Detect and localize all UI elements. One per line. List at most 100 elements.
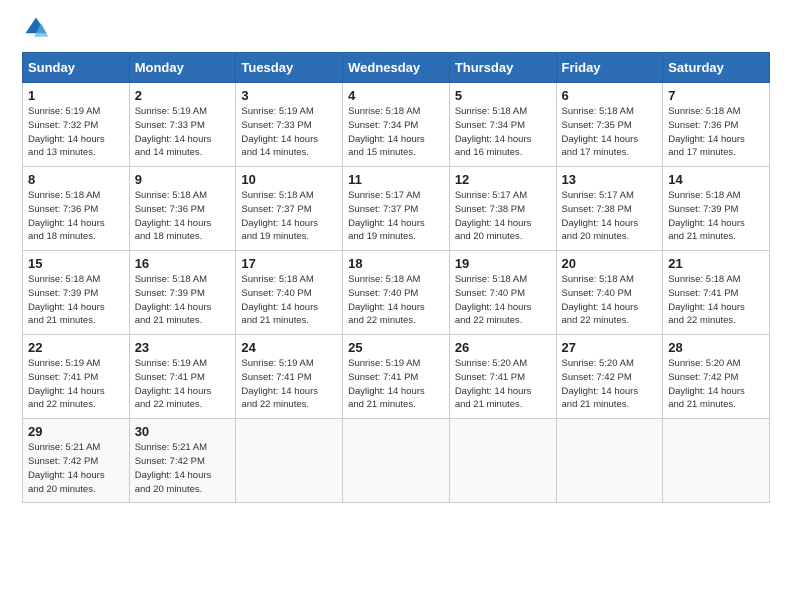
weekday-header-thursday: Thursday (449, 53, 556, 83)
day-info: Sunrise: 5:18 AMSunset: 7:36 PMDaylight:… (28, 189, 124, 244)
calendar-cell: 5 Sunrise: 5:18 AMSunset: 7:34 PMDaylight… (449, 83, 556, 167)
calendar-cell: 29 Sunrise: 5:21 AMSunset: 7:42 PMDayligh… (23, 419, 130, 503)
day-info: Sunrise: 5:18 AMSunset: 7:40 PMDaylight:… (348, 273, 444, 328)
day-number: 18 (348, 256, 444, 271)
calendar-cell: 27Sunrise: 5:20 AMSunset: 7:42 PMDayligh… (556, 335, 663, 419)
day-number: 13 (562, 172, 658, 187)
day-number: 2 (135, 88, 231, 103)
day-info: Sunrise: 5:18 AMSunset: 7:41 PMDaylight:… (668, 273, 764, 328)
day-info: Sunrise: 5:17 AMSunset: 7:38 PMDaylight:… (562, 189, 658, 244)
calendar-cell: 15 Sunrise: 5:18 AMSunset: 7:39 PMDayligh… (23, 251, 130, 335)
day-number: 10 (241, 172, 337, 187)
day-info: Sunrise: 5:19 AMSunset: 7:33 PMDaylight:… (241, 105, 337, 160)
day-number: 17 (241, 256, 337, 271)
day-info: Sunrise: 5:18 AMSunset: 7:36 PMDaylight:… (135, 189, 231, 244)
calendar-cell: 18 Sunrise: 5:18 AMSunset: 7:40 PMDayligh… (343, 251, 450, 335)
day-info: Sunrise: 5:18 AMSunset: 7:39 PMDaylight:… (135, 273, 231, 328)
day-number: 28 (668, 340, 764, 355)
calendar-cell (449, 419, 556, 503)
calendar-cell: 16 Sunrise: 5:18 AMSunset: 7:39 PMDayligh… (129, 251, 236, 335)
day-info: Sunrise: 5:19 AMSunset: 7:33 PMDaylight:… (135, 105, 231, 160)
calendar-cell: 24Sunrise: 5:19 AMSunset: 7:41 PMDayligh… (236, 335, 343, 419)
day-number: 16 (135, 256, 231, 271)
day-info: Sunrise: 5:18 AMSunset: 7:37 PMDaylight:… (241, 189, 337, 244)
day-info: Sunrise: 5:19 AMSunset: 7:41 PMDaylight:… (135, 357, 231, 412)
day-info: Sunrise: 5:18 AMSunset: 7:40 PMDaylight:… (241, 273, 337, 328)
day-info: Sunrise: 5:21 AMSunset: 7:42 PMDaylight:… (135, 441, 231, 496)
day-number: 21 (668, 256, 764, 271)
day-number: 15 (28, 256, 124, 271)
day-number: 23 (135, 340, 231, 355)
day-number: 26 (455, 340, 551, 355)
day-info: Sunrise: 5:18 AMSunset: 7:36 PMDaylight:… (668, 105, 764, 160)
calendar-cell: 22 Sunrise: 5:19 AMSunset: 7:41 PMDayligh… (23, 335, 130, 419)
calendar-cell: 20 Sunrise: 5:18 AMSunset: 7:40 PMDayligh… (556, 251, 663, 335)
weekday-header-wednesday: Wednesday (343, 53, 450, 83)
calendar-cell: 14Sunrise: 5:18 AMSunset: 7:39 PMDayligh… (663, 167, 770, 251)
top-area (22, 18, 770, 42)
day-number: 12 (455, 172, 551, 187)
day-info: Sunrise: 5:17 AMSunset: 7:37 PMDaylight:… (348, 189, 444, 244)
calendar-cell: 21 Sunrise: 5:18 AMSunset: 7:41 PMDayligh… (663, 251, 770, 335)
day-info: Sunrise: 5:18 AMSunset: 7:40 PMDaylight:… (562, 273, 658, 328)
calendar-cell: 13 Sunrise: 5:17 AMSunset: 7:38 PMDayligh… (556, 167, 663, 251)
day-info: Sunrise: 5:18 AMSunset: 7:34 PMDaylight:… (455, 105, 551, 160)
day-info: Sunrise: 5:18 AMSunset: 7:39 PMDaylight:… (668, 189, 764, 244)
day-number: 20 (562, 256, 658, 271)
day-number: 6 (562, 88, 658, 103)
day-number: 11 (348, 172, 444, 187)
day-number: 30 (135, 424, 231, 439)
day-number: 5 (455, 88, 551, 103)
day-number: 19 (455, 256, 551, 271)
day-number: 1 (28, 88, 124, 103)
day-info: Sunrise: 5:20 AMSunset: 7:42 PMDaylight:… (562, 357, 658, 412)
day-info: Sunrise: 5:20 AMSunset: 7:41 PMDaylight:… (455, 357, 551, 412)
calendar-cell: 11 Sunrise: 5:17 AMSunset: 7:37 PMDayligh… (343, 167, 450, 251)
weekday-header-sunday: Sunday (23, 53, 130, 83)
weekday-header-monday: Monday (129, 53, 236, 83)
calendar-cell: 9 Sunrise: 5:18 AMSunset: 7:36 PMDaylight… (129, 167, 236, 251)
day-info: Sunrise: 5:18 AMSunset: 7:39 PMDaylight:… (28, 273, 124, 328)
calendar-cell: 8 Sunrise: 5:18 AMSunset: 7:36 PMDaylight… (23, 167, 130, 251)
logo (22, 18, 50, 42)
day-info: Sunrise: 5:21 AMSunset: 7:42 PMDaylight:… (28, 441, 124, 496)
calendar-week-row: 8 Sunrise: 5:18 AMSunset: 7:36 PMDaylight… (23, 167, 770, 251)
calendar-cell (556, 419, 663, 503)
calendar-cell: 12 Sunrise: 5:17 AMSunset: 7:38 PMDayligh… (449, 167, 556, 251)
day-info: Sunrise: 5:19 AMSunset: 7:41 PMDaylight:… (348, 357, 444, 412)
day-number: 8 (28, 172, 124, 187)
calendar-cell (236, 419, 343, 503)
weekday-header-tuesday: Tuesday (236, 53, 343, 83)
calendar-cell: 10 Sunrise: 5:18 AMSunset: 7:37 PMDayligh… (236, 167, 343, 251)
calendar-cell: 30 Sunrise: 5:21 AMSunset: 7:42 PMDayligh… (129, 419, 236, 503)
day-info: Sunrise: 5:19 AMSunset: 7:32 PMDaylight:… (28, 105, 124, 160)
day-number: 4 (348, 88, 444, 103)
day-info: Sunrise: 5:17 AMSunset: 7:38 PMDaylight:… (455, 189, 551, 244)
calendar-cell: 17 Sunrise: 5:18 AMSunset: 7:40 PMDayligh… (236, 251, 343, 335)
calendar-table: SundayMondayTuesdayWednesdayThursdayFrid… (22, 52, 770, 503)
day-number: 3 (241, 88, 337, 103)
calendar-cell: 7 Sunrise: 5:18 AMSunset: 7:36 PMDaylight… (663, 83, 770, 167)
day-number: 22 (28, 340, 124, 355)
day-number: 29 (28, 424, 124, 439)
calendar-cell (663, 419, 770, 503)
day-number: 9 (135, 172, 231, 187)
day-number: 7 (668, 88, 764, 103)
day-number: 25 (348, 340, 444, 355)
calendar-cell: 26 Sunrise: 5:20 AMSunset: 7:41 PMDayligh… (449, 335, 556, 419)
calendar-week-row: 29 Sunrise: 5:21 AMSunset: 7:42 PMDayligh… (23, 419, 770, 503)
calendar-cell: 25 Sunrise: 5:19 AMSunset: 7:41 PMDayligh… (343, 335, 450, 419)
calendar-week-row: 22 Sunrise: 5:19 AMSunset: 7:41 PMDayligh… (23, 335, 770, 419)
day-info: Sunrise: 5:18 AMSunset: 7:34 PMDaylight:… (348, 105, 444, 160)
calendar-cell: 23 Sunrise: 5:19 AMSunset: 7:41 PMDayligh… (129, 335, 236, 419)
day-info: Sunrise: 5:19 AMSunset: 7:41 PMDaylight:… (28, 357, 124, 412)
weekday-header-friday: Friday (556, 53, 663, 83)
calendar-cell: 28 Sunrise: 5:20 AMSunset: 7:42 PMDayligh… (663, 335, 770, 419)
calendar-cell: 1 Sunrise: 5:19 AMSunset: 7:32 PMDaylight… (23, 83, 130, 167)
calendar-cell: 3 Sunrise: 5:19 AMSunset: 7:33 PMDaylight… (236, 83, 343, 167)
day-info: Sunrise: 5:20 AMSunset: 7:42 PMDaylight:… (668, 357, 764, 412)
calendar-cell: 2 Sunrise: 5:19 AMSunset: 7:33 PMDaylight… (129, 83, 236, 167)
logo-icon (22, 14, 50, 42)
weekday-header-saturday: Saturday (663, 53, 770, 83)
calendar-cell: 6Sunrise: 5:18 AMSunset: 7:35 PMDaylight… (556, 83, 663, 167)
